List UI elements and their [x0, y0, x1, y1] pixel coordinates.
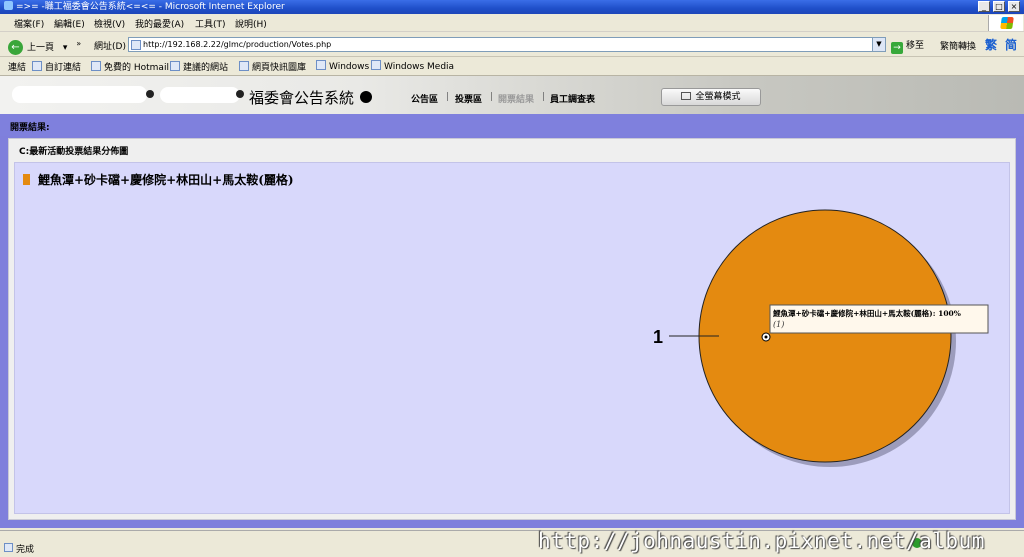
nav-separator: | — [542, 92, 546, 102]
close-button[interactable]: × — [1008, 1, 1020, 12]
window-title-bar: =>= -職工福委會公告系統<=<= - Microsoft Internet … — [0, 0, 1024, 14]
page-icon — [91, 61, 101, 71]
simplified-chinese-button[interactable]: 简 — [1005, 36, 1017, 53]
toolbar: ←上一頁 ▾ » 網址(D) ▼ →移至 繁簡轉換 繁 简 — [0, 32, 1024, 57]
results-panel: C:最新活動投票結果分佈圖 鯉魚潭+砂卡礑+慶修院+林田山+馬太鞍(麗格) 1鯉… — [8, 138, 1016, 520]
fullscreen-button[interactable]: 全螢幕模式 — [661, 88, 761, 106]
windows-flag-icon — [1000, 17, 1014, 29]
page-icon — [371, 60, 381, 70]
nav-survey[interactable]: 員工調查表 — [550, 92, 595, 105]
panel-title: C:最新活動投票結果分佈圖 — [19, 147, 129, 157]
page-icon — [170, 61, 180, 71]
page-icon — [32, 61, 42, 71]
link-hotmail[interactable]: 免費的 Hotmail — [91, 60, 169, 73]
go-button[interactable]: → 移至 — [891, 38, 924, 54]
page-icon — [239, 61, 249, 71]
status-text: 完成 — [16, 545, 35, 555]
windows-logo — [988, 15, 1023, 31]
toolbar-more-icon[interactable]: » — [76, 39, 81, 48]
address-bar[interactable]: ▼ — [128, 37, 886, 52]
site-banner: 福委會公告系統 公告區 | 投票區 | 開票結果 | 員工調查表 全螢幕模式 — [0, 76, 1024, 114]
decoration-dot — [146, 90, 154, 98]
nav-voting[interactable]: 投票區 — [455, 92, 482, 105]
pie-chart: 1 鯉魚潭+砂卡礑+慶修院+林田山+馬太鞍(麗格): 100% (1) — [653, 209, 989, 467]
page-icon — [131, 40, 141, 50]
menu-view[interactable]: 檢視(V) — [94, 17, 125, 30]
title-dot — [360, 91, 372, 103]
link-windows[interactable]: Windows — [316, 60, 369, 72]
redacted-area — [160, 87, 240, 103]
watermark: http://johnaustin.pixnet.net/album — [538, 529, 985, 553]
hover-marker-dot — [764, 335, 768, 339]
address-input[interactable] — [143, 38, 863, 51]
traditional-chinese-button[interactable]: 繁 — [985, 36, 997, 53]
nav-announcements[interactable]: 公告區 — [411, 92, 438, 105]
link-web-slice-gallery[interactable]: 網頁快訊圖庫 — [239, 60, 306, 73]
nav-separator: | — [446, 92, 450, 102]
menu-favorites[interactable]: 我的最愛(A) — [135, 17, 184, 30]
minimize-button[interactable]: _ — [978, 1, 990, 12]
ie-icon — [4, 1, 13, 10]
menu-edit[interactable]: 編輯(E) — [54, 17, 85, 30]
fullscreen-icon — [681, 92, 692, 100]
redacted-area — [12, 86, 147, 103]
decoration-dot — [236, 90, 244, 98]
links-bar: 連結 自訂連結 免費的 Hotmail 建議的網站 網頁快訊圖庫 Windows… — [0, 57, 1024, 76]
page-icon — [4, 543, 13, 552]
tooltip-label: 鯉魚潭+砂卡礑+慶修院+林田山+馬太鞍(麗格): 100% — [773, 308, 961, 318]
back-arrow-icon: ← — [8, 40, 23, 55]
links-label: 連結 — [8, 63, 27, 73]
menu-tools[interactable]: 工具(T) — [195, 17, 226, 30]
nav-separator: | — [490, 92, 494, 102]
section-bar — [0, 114, 1024, 136]
pie-chart-area: 鯉魚潭+砂卡礑+慶修院+林田山+馬太鞍(麗格) 1 鯉魚潭+砂卡礑+慶修院+林田山… — [14, 162, 1010, 514]
back-button[interactable]: ← 上一頁 ▾ » — [8, 36, 81, 55]
page-icon — [316, 60, 326, 70]
tooltip-count: (1) — [773, 320, 784, 329]
section-header: 開票結果: — [10, 123, 50, 133]
page-content: 福委會公告系統 公告區 | 投票區 | 開票結果 | 員工調查表 全螢幕模式 開… — [0, 76, 1024, 528]
menu-help[interactable]: 說明(H) — [235, 17, 267, 30]
link-suggested-sites[interactable]: 建議的網站 — [170, 60, 228, 73]
link-windows-media[interactable]: Windows Media — [371, 60, 454, 72]
nav-results[interactable]: 開票結果 — [498, 92, 534, 105]
back-dropdown-icon[interactable]: ▾ — [63, 43, 68, 53]
address-label: 網址(D) — [94, 42, 126, 52]
convert-label[interactable]: 繁簡轉換 — [940, 39, 976, 52]
address-dropdown-icon[interactable]: ▼ — [872, 38, 885, 51]
link-custom[interactable]: 自訂連結 — [32, 60, 81, 73]
maximize-button[interactable]: □ — [993, 1, 1005, 12]
site-title: 福委會公告系統 — [249, 89, 355, 107]
menu-bar: 檔案(F) 編輯(E) 檢視(V) 我的最愛(A) 工具(T) 說明(H) — [0, 14, 1024, 32]
pie-slice-0 — [698, 209, 952, 463]
go-arrow-icon: → — [891, 42, 903, 54]
callout-label: 1 — [653, 327, 663, 347]
window-title: =>= -職工福委會公告系統<=<= - Microsoft Internet … — [4, 0, 285, 14]
menu-file[interactable]: 檔案(F) — [14, 17, 44, 30]
